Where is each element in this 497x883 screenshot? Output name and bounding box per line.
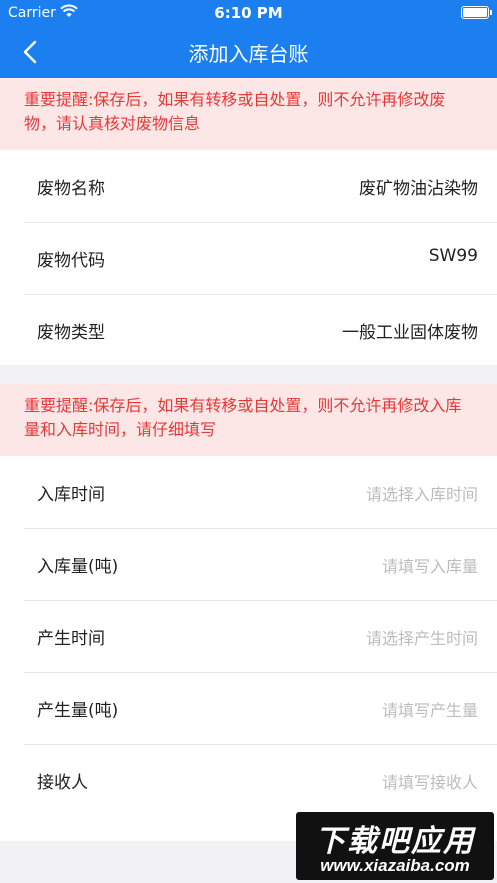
- top-bar: Carrier 6:10 PM 添加入库台账: [0, 0, 497, 78]
- page-title: 添加入库台账: [188, 42, 309, 66]
- production-amount-input[interactable]: 请填写产生量: [382, 697, 478, 721]
- battery-icon: [461, 6, 492, 19]
- status-time: 6:10 PM: [214, 4, 283, 22]
- row-label: 废物类型: [37, 323, 105, 343]
- alert-waste-notice: 重要提醒:保存后，如果有转移或自处置，则不允许再修改废物，请认真核对废物信息: [0, 78, 497, 150]
- row-label: 产生时间: [37, 629, 105, 649]
- production-time-row[interactable]: 产生时间 请选择产生时间: [0, 600, 497, 672]
- status-bar: Carrier 6:10 PM: [0, 0, 497, 26]
- storage-form-card: 入库时间 请选择入库时间 入库量(吨) 请填写入库量 产生时间 请选择产生时间 …: [0, 456, 497, 841]
- waste-info-card: 废物名称 废矿物油沾染物 废物代码 SW99 废物类型 一般工业固体废物: [0, 150, 497, 365]
- receiver-input[interactable]: 请填写接收人: [382, 769, 478, 793]
- waste-code-row: 废物代码 SW99: [0, 222, 497, 294]
- site-watermark: 下载吧应用 www.xiazaiba.com: [296, 812, 494, 880]
- production-time-picker[interactable]: 请选择产生时间: [366, 625, 478, 649]
- storage-time-picker[interactable]: 请选择入库时间: [366, 481, 478, 505]
- waste-type-value: 一般工业固体废物: [342, 323, 478, 343]
- watermark-title: 下载吧应用: [315, 825, 475, 858]
- storage-amount-row[interactable]: 入库量(吨) 请填写入库量: [0, 528, 497, 600]
- row-label: 入库量(吨): [37, 557, 119, 577]
- watermark-url: www.xiazaiba.com: [320, 856, 470, 875]
- waste-code-value: SW99: [428, 246, 478, 266]
- waste-name-value: 废矿物油沾染物: [359, 179, 478, 199]
- row-label: 入库时间: [37, 485, 105, 505]
- row-label: 产生量(吨): [37, 701, 119, 721]
- alert-storage-notice: 重要提醒:保存后，如果有转移或自处置，则不允许再修改入库量和入库时间，请仔细填写: [0, 384, 497, 456]
- production-amount-row[interactable]: 产生量(吨) 请填写产生量: [0, 672, 497, 744]
- receiver-row[interactable]: 接收人 请填写接收人: [0, 744, 497, 816]
- storage-time-row[interactable]: 入库时间 请选择入库时间: [0, 456, 497, 528]
- waste-type-row: 废物类型 一般工业固体废物: [0, 294, 497, 366]
- row-label: 废物代码: [37, 251, 105, 271]
- waste-name-row: 废物名称 废矿物油沾染物: [0, 150, 497, 222]
- nav-bar: 添加入库台账: [0, 26, 497, 78]
- row-label: 接收人: [37, 773, 88, 793]
- storage-amount-input[interactable]: 请填写入库量: [382, 553, 478, 577]
- row-label: 废物名称: [37, 179, 105, 199]
